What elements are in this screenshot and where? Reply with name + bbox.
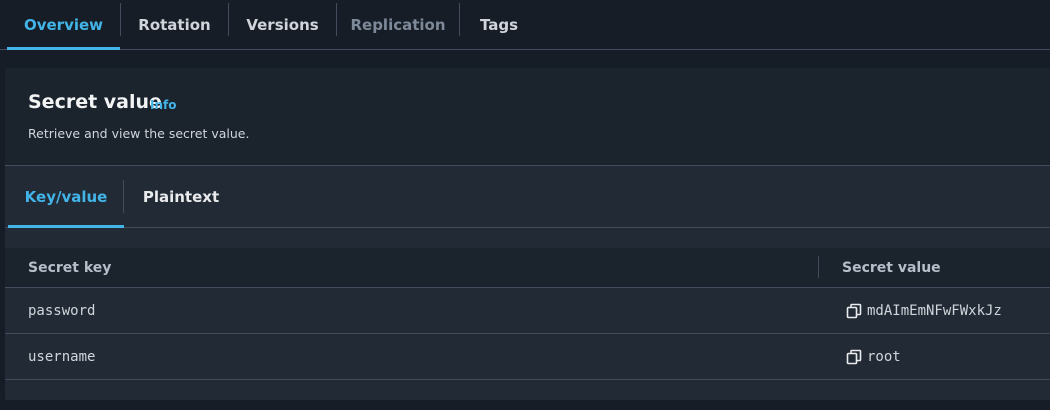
column-divider[interactable] [818,256,819,278]
tab-versions[interactable]: Versions [229,0,336,50]
table-header: Secret key Secret value [5,248,1050,288]
top-tab-bar: Overview Rotation Versions Replication T… [0,0,1050,50]
tab-overview[interactable]: Overview [7,0,120,50]
panel-description: Retrieve and view the secret value. [28,126,250,141]
tab-key-value[interactable]: Key/value [8,166,124,228]
secret-value-text: root [867,349,901,365]
tab-plaintext[interactable]: Plaintext [124,166,238,228]
tab-tags[interactable]: Tags [460,0,538,50]
secret-table: Secret key Secret value password mdAImEm… [5,248,1050,380]
copy-icon[interactable] [845,348,863,366]
info-link[interactable]: Info [150,98,176,112]
value-tab-bar: Key/value Plaintext [5,166,1050,228]
secret-value-panel: Secret value Info Retrieve and view the … [5,68,1050,400]
panel-header: Secret value Info Retrieve and view the … [5,68,1050,166]
table-row: password mdAImEmNFwFWxkJz [5,288,1050,334]
column-header-secret-value[interactable]: Secret value [842,248,941,288]
secret-value-text: mdAImEmNFwFWxkJz [867,303,1002,319]
secret-value-cell: mdAImEmNFwFWxkJz [845,288,1002,334]
tab-replication: Replication [350,16,446,34]
panel-title: Secret value [28,91,162,113]
column-header-secret-key[interactable]: Secret key [28,248,111,288]
secret-key-cell: password [28,303,96,319]
copy-icon[interactable] [845,302,863,320]
secret-value-cell: root [845,334,901,380]
table-row: username root [5,334,1050,380]
secret-key-cell: username [28,349,96,365]
tab-rotation[interactable]: Rotation [121,0,228,50]
